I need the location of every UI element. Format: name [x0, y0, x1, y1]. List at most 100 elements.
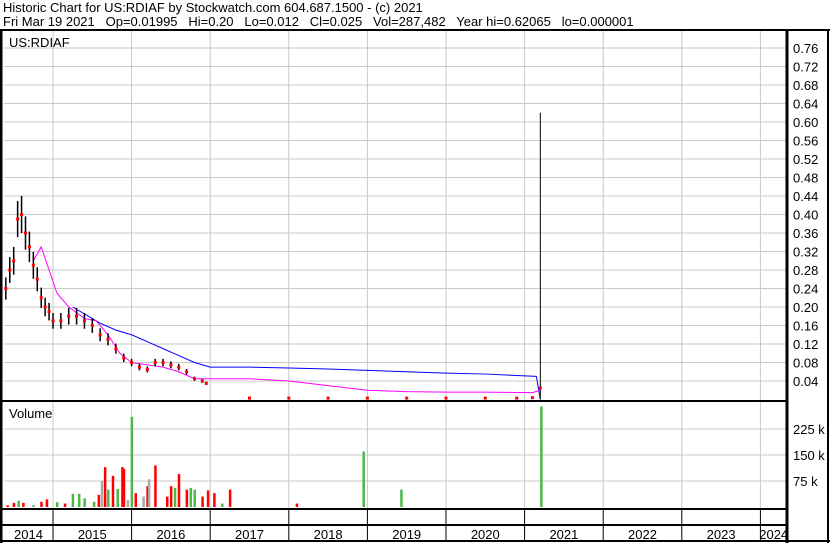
- volume-bar: [97, 494, 101, 507]
- price-close-marker: [122, 356, 126, 360]
- price-close-marker: [177, 365, 181, 369]
- volume-bar: [193, 489, 196, 507]
- price-close-marker: [169, 363, 173, 367]
- price-close-marker: [200, 379, 204, 383]
- volume-bar: [45, 499, 49, 507]
- stock-chart: Historic Chart for US:RDIAF by Stockwatc…: [0, 0, 830, 543]
- price-close-marker: [130, 361, 134, 364]
- price-close-marker: [4, 287, 8, 290]
- volume-bar: [55, 502, 59, 507]
- volume-label: Volume: [9, 406, 52, 421]
- price-tick-label: 0.40: [793, 208, 818, 223]
- price-close-marker: [82, 319, 86, 323]
- price-close-marker: [161, 361, 165, 364]
- volume-bar: [100, 481, 104, 507]
- price-tick-label: 0.28: [793, 263, 818, 278]
- volume-bar: [169, 486, 173, 507]
- price-close-marker: [39, 296, 43, 300]
- volume-bar: [201, 496, 204, 507]
- price-tick-label: 0.36: [793, 226, 818, 241]
- volume-bar: [185, 489, 189, 507]
- year-label: 2017: [235, 527, 264, 542]
- price-close-marker: [185, 370, 189, 374]
- price-close-marker: [192, 377, 196, 381]
- year-label: 2021: [549, 527, 578, 542]
- volume-bar: [154, 465, 157, 507]
- price-tick-label: 0.56: [793, 134, 818, 149]
- price-close-marker: [51, 319, 55, 323]
- price-tick-label: 0.24: [793, 282, 818, 297]
- volume-bar: [83, 498, 86, 507]
- price-close-marker: [326, 396, 330, 400]
- price-tick-label: 0.76: [793, 41, 818, 56]
- price-close-marker: [204, 381, 208, 385]
- volume-bar: [295, 503, 299, 507]
- price-close-marker: [145, 367, 149, 371]
- price-close-marker: [35, 277, 39, 281]
- volume-bar: [6, 505, 9, 507]
- volume-bar: [173, 487, 177, 507]
- volume-bar: [362, 451, 365, 507]
- volume-bar: [189, 487, 193, 507]
- volume-tick-label: 225 k: [793, 422, 825, 437]
- volume-bar: [165, 496, 169, 507]
- year-label: 2023: [707, 527, 736, 542]
- year-label: 2022: [628, 527, 657, 542]
- volume-bar: [22, 502, 25, 507]
- price-close-marker: [106, 337, 110, 341]
- price-close-marker: [59, 319, 63, 323]
- price-close-marker: [98, 333, 102, 337]
- price-close-marker: [530, 396, 534, 400]
- price-tick-label: 0.32: [793, 245, 818, 260]
- volume-bar: [147, 479, 151, 507]
- volume-bar: [134, 493, 138, 507]
- price-tick-label: 0.12: [793, 337, 818, 352]
- price-tick-label: 0.72: [793, 60, 818, 75]
- volume-bar: [213, 493, 216, 507]
- volume-bar: [107, 489, 110, 507]
- price-close-marker: [365, 396, 369, 400]
- price-tick-label: 0.20: [793, 300, 818, 315]
- price-close-marker: [515, 396, 519, 400]
- price-close-marker: [538, 386, 542, 390]
- price-close-marker: [405, 396, 409, 400]
- volume-bar: [540, 406, 543, 507]
- price-tick-label: 0.16: [793, 319, 818, 334]
- price-close-marker: [20, 213, 24, 216]
- year-label: 2020: [471, 527, 500, 542]
- volume-bar: [130, 416, 134, 507]
- volume-bar: [220, 503, 224, 507]
- price-close-marker: [444, 396, 448, 400]
- volume-bar: [122, 468, 126, 507]
- volume-bar: [63, 503, 67, 507]
- year-label: 2015: [78, 527, 107, 542]
- volume-bar: [400, 489, 403, 507]
- price-tick-label: 0.68: [793, 78, 818, 93]
- year-label: 2019: [392, 527, 421, 542]
- volume-bar: [228, 489, 232, 507]
- price-close-marker: [287, 396, 291, 400]
- chart-canvas: 0.04 0.08 0.12 0.16 0.20 0.24 0.28 0.32 0.36 0.40…: [0, 29, 830, 543]
- moving-average-short-line: [32, 245, 541, 394]
- year-label: 2018: [314, 527, 343, 542]
- price-close-marker: [8, 268, 12, 272]
- year-label: 2014: [14, 527, 43, 542]
- price-close-marker: [16, 217, 20, 221]
- price-close-marker: [153, 361, 157, 364]
- price-close-marker: [483, 396, 487, 400]
- symbol-label: US:RDIAF: [9, 35, 70, 50]
- volume-bar: [206, 490, 210, 507]
- volume-bar: [77, 493, 81, 507]
- year-label: 2024: [759, 527, 788, 542]
- year-label: 2016: [156, 527, 185, 542]
- price-close-marker: [27, 245, 31, 249]
- volume-bar: [177, 474, 181, 507]
- volume-tick-label: 75 k: [793, 474, 818, 489]
- price-close-marker: [47, 310, 51, 314]
- price-tick-label: 0.44: [793, 189, 818, 204]
- volume-bar: [17, 500, 20, 507]
- volume-bar: [40, 501, 43, 507]
- volume-tick-label: 150 k: [793, 448, 825, 463]
- volume-bar: [126, 500, 130, 507]
- volume-bar: [142, 496, 145, 507]
